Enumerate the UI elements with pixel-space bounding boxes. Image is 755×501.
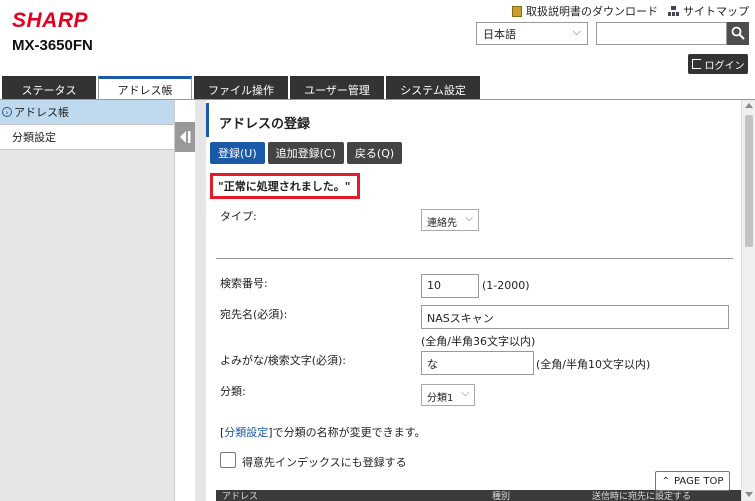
address-table-header: アドレス 種別 送信時に宛先に設定する	[216, 490, 741, 501]
sidebar-item-category-settings[interactable]: 分類設定	[0, 125, 174, 150]
category-settings-link[interactable]: 分類設定	[224, 426, 268, 439]
collapse-icon	[180, 131, 191, 143]
page-top-button[interactable]: ⌃ PAGE TOP	[655, 471, 730, 491]
section-divider	[216, 258, 733, 259]
tab-status[interactable]: ステータス	[2, 76, 96, 100]
login-label: ログイン	[704, 60, 745, 72]
yomigana-field[interactable]: な	[421, 351, 534, 375]
sharp-logo[interactable]: SHARP	[12, 9, 88, 33]
sidebar-collapse-area	[175, 100, 195, 501]
book-icon	[512, 5, 522, 17]
action-buttons: 登録(U) 追加登録(C) 戻る(Q)	[210, 142, 403, 164]
tab-file-operations[interactable]: ファイル操作	[194, 76, 288, 100]
scroll-up-icon[interactable]	[745, 103, 753, 108]
success-message: "正常に処理されました。"	[210, 173, 360, 199]
manual-download-link[interactable]: 取扱説明書のダウンロード	[512, 3, 658, 19]
search-number-label: 検索番号:	[220, 277, 268, 290]
destination-name-field[interactable]: NASスキャン	[421, 305, 729, 329]
add-register-button[interactable]: 追加登録(C)	[267, 142, 344, 164]
search-number-field[interactable]: 10	[421, 274, 479, 298]
page-top-label: PAGE TOP	[674, 475, 724, 487]
main-tabs: ステータス アドレス帳 ファイル操作 ユーザー管理 システム設定	[0, 76, 755, 101]
destination-name-label: 宛先名(必須):	[220, 308, 288, 321]
destination-name-hint: (全角/半角36文字以内)	[421, 335, 536, 348]
tab-user-management[interactable]: ユーザー管理	[290, 76, 384, 100]
category-select[interactable]: 分類1 ⌵	[421, 384, 475, 406]
login-button[interactable]: ログイン	[688, 54, 748, 74]
register-button[interactable]: 登録(U)	[210, 142, 265, 164]
search-button[interactable]	[727, 22, 749, 45]
panel-divider	[195, 100, 206, 501]
table-header-type: 種別	[492, 492, 511, 501]
manual-download-label: 取扱説明書のダウンロード	[526, 5, 658, 18]
sitemap-icon	[668, 6, 679, 16]
sitemap-link[interactable]: サイトマップ	[668, 3, 749, 19]
login-icon	[691, 59, 701, 69]
type-select[interactable]: 連絡先 ⌵	[421, 209, 479, 231]
type-value: 連絡先	[427, 218, 457, 229]
sitemap-label: サイトマップ	[683, 5, 749, 18]
search-number-range: (1-2000)	[482, 279, 530, 292]
favorite-index-label: 得意先インデックスにも登録する	[242, 456, 407, 469]
table-header-address: アドレス	[222, 492, 259, 501]
category-note-text: で分類の名称が変更できます。	[272, 426, 426, 439]
search-icon	[731, 26, 745, 40]
back-button[interactable]: 戻る(Q)	[346, 142, 403, 164]
type-label: タイプ:	[220, 210, 257, 223]
sidebar-item-label: 分類設定	[12, 131, 56, 144]
chevron-down-icon: ⌵	[572, 25, 581, 38]
category-label: 分類:	[220, 385, 246, 398]
yomigana-label: よみがな/検索文字(必須):	[220, 354, 346, 367]
language-value: 日本語	[483, 28, 516, 41]
tab-address-book[interactable]: アドレス帳	[98, 76, 192, 101]
main-content: アドレスの登録 登録(U) 追加登録(C) 戻る(Q) "正常に処理されました。…	[206, 100, 741, 501]
sidebar: › アドレス帳 分類設定	[0, 100, 175, 501]
page-scrollbar[interactable]	[741, 100, 755, 501]
page-title: アドレスの登録	[219, 117, 311, 132]
category-value: 分類1	[427, 393, 454, 404]
model-name: MX-3650FN	[12, 37, 93, 54]
chevron-down-icon: ⌵	[461, 388, 469, 399]
language-select[interactable]: 日本語 ⌵	[476, 22, 588, 45]
scroll-thumb[interactable]	[745, 115, 753, 247]
favorite-index-checkbox[interactable]	[220, 452, 236, 468]
sidebar-item-address-book[interactable]: › アドレス帳	[0, 100, 174, 125]
chevron-down-icon: ⌵	[465, 213, 473, 224]
chevron-up-icon: ⌃	[661, 475, 671, 487]
sidebar-item-label: アドレス帳	[14, 106, 69, 119]
tab-system-settings[interactable]: システム設定	[386, 76, 480, 100]
search-input[interactable]	[596, 22, 727, 45]
header: SHARP MX-3650FN 取扱説明書のダウンロード サイトマップ 日本語 …	[0, 0, 755, 76]
category-note: [分類設定]で分類の名称が変更できます。	[220, 424, 426, 440]
scroll-down-icon[interactable]	[745, 492, 753, 497]
page-header: アドレスの登録	[206, 103, 741, 137]
collapse-sidebar-button[interactable]	[175, 122, 195, 152]
yomigana-hint: (全角/半角10文字以内)	[536, 358, 651, 371]
chevron-right-icon: ›	[2, 107, 12, 117]
top-links: 取扱説明書のダウンロード サイトマップ	[512, 3, 749, 19]
